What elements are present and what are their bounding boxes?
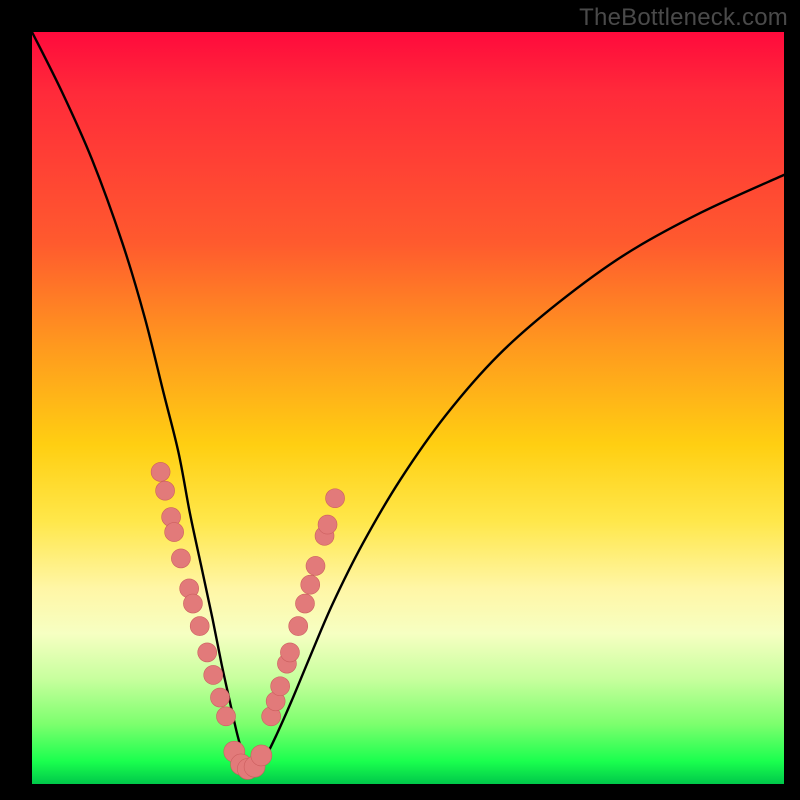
bottleneck-curve: [32, 32, 784, 771]
curve-marker: [280, 643, 299, 662]
curve-marker: [306, 556, 325, 575]
curve-marker: [204, 665, 223, 684]
curve-marker: [271, 677, 290, 696]
outer-frame: TheBottleneck.com: [0, 0, 800, 800]
curve-marker: [217, 707, 236, 726]
curve-marker: [156, 481, 175, 500]
curve-marker: [301, 575, 320, 594]
curve-marker: [165, 523, 184, 542]
curve-marker: [318, 515, 337, 534]
curve-marker: [326, 489, 345, 508]
curve-marker: [289, 617, 308, 636]
watermark-text: TheBottleneck.com: [579, 4, 788, 32]
curve-marker: [211, 688, 230, 707]
curve-marker: [198, 643, 217, 662]
chart-svg: [32, 32, 784, 784]
curve-marker: [151, 462, 170, 481]
curve-marker: [183, 594, 202, 613]
curve-markers: [151, 462, 344, 779]
curve-marker: [190, 617, 209, 636]
curve-marker: [171, 549, 190, 568]
curve-marker: [295, 594, 314, 613]
curve-marker: [251, 745, 272, 766]
plot-area: [32, 32, 784, 784]
